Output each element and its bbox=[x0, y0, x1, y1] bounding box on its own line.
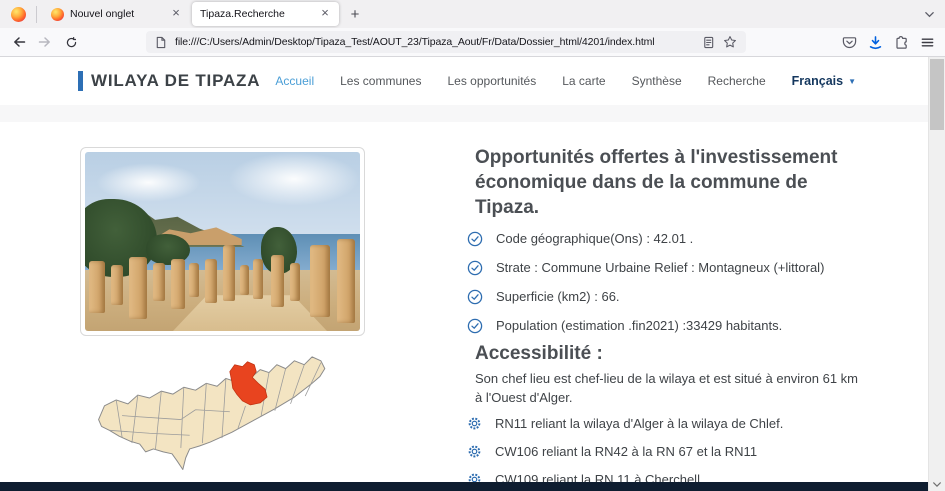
road-text: CW106 reliant la RN42 à la RN 67 et la R… bbox=[495, 444, 757, 459]
pocket-icon[interactable] bbox=[842, 35, 857, 50]
brand-title: WILAYA DE TIPAZA bbox=[91, 71, 260, 91]
fact-text: Population (estimation .fin2021) :33429 … bbox=[496, 318, 782, 333]
tab-tipaza-recherche[interactable]: Tipaza.Recherche × bbox=[192, 2, 339, 26]
roads-list: RN11 reliant la wilaya d'Alger à la wila… bbox=[467, 409, 917, 491]
firefox-icon bbox=[11, 7, 26, 22]
scrollbar-thumb[interactable] bbox=[930, 59, 944, 130]
browser-tab-bar: Nouvel onglet × Tipaza.Recherche × + bbox=[0, 0, 945, 28]
extensions-puzzle-icon[interactable] bbox=[894, 35, 909, 50]
scroll-down-chevron-icon[interactable] bbox=[929, 480, 945, 489]
nav-item-recherche[interactable]: Recherche bbox=[708, 74, 766, 88]
ruins-photo bbox=[80, 147, 365, 336]
list-item: CW106 reliant la RN42 à la RN 67 et la R… bbox=[467, 437, 917, 465]
firefox-button[interactable] bbox=[5, 3, 31, 25]
browser-toolbar: file:///C:/Users/Admin/Desktop/Tipaza_Te… bbox=[0, 28, 945, 57]
check-circle-icon bbox=[467, 289, 483, 305]
facts-list: Code géographique(Ons) : 42.01 . Strate … bbox=[467, 224, 917, 340]
wilaya-map bbox=[86, 351, 356, 491]
tab-divider bbox=[36, 6, 37, 23]
header-divider-strip bbox=[0, 105, 928, 122]
site-footer-bar bbox=[0, 482, 928, 491]
language-selector[interactable]: Français ▼ bbox=[792, 74, 856, 88]
nav-item-les-communes[interactable]: Les communes bbox=[340, 74, 421, 88]
list-item: Population (estimation .fin2021) :33429 … bbox=[467, 311, 917, 340]
back-button[interactable] bbox=[6, 30, 32, 54]
list-item: Strate : Commune Urbaine Relief : Montag… bbox=[467, 253, 917, 282]
page-icon bbox=[155, 36, 167, 49]
downloads-icon[interactable] bbox=[868, 35, 883, 50]
fact-text: Strate : Commune Urbaine Relief : Montag… bbox=[496, 260, 824, 275]
map-wilaya-shape bbox=[99, 357, 325, 470]
tab-nouvel-onglet[interactable]: Nouvel onglet × bbox=[43, 2, 190, 26]
fact-text: Superficie (km2) : 66. bbox=[496, 289, 620, 304]
road-text: RN11 reliant la wilaya d'Alger à la wila… bbox=[495, 416, 783, 431]
site-header: WILAYA DE TIPAZA Accueil Les communes Le… bbox=[0, 57, 928, 105]
nav-item-les-opportunites[interactable]: Les opportunités bbox=[447, 74, 536, 88]
browser-window: Nouvel onglet × Tipaza.Recherche × + fil… bbox=[0, 0, 945, 491]
gear-icon bbox=[467, 444, 482, 459]
menu-hamburger-icon[interactable] bbox=[920, 35, 935, 50]
url-bar[interactable]: file:///C:/Users/Admin/Desktop/Tipaza_Te… bbox=[146, 31, 746, 53]
gear-icon bbox=[467, 416, 482, 431]
main-nav: Accueil Les communes Les opportunités La… bbox=[275, 74, 856, 88]
url-text[interactable]: file:///C:/Users/Admin/Desktop/Tipaza_Te… bbox=[175, 36, 694, 48]
nav-item-accueil[interactable]: Accueil bbox=[275, 74, 314, 88]
close-icon[interactable]: × bbox=[168, 6, 184, 22]
accessibility-text: Son chef lieu est chef-lieu de la wilaya… bbox=[475, 369, 867, 407]
site-logo[interactable]: WILAYA DE TIPAZA bbox=[78, 71, 260, 91]
page-title: Opportunités offertes à l'investissement… bbox=[475, 145, 859, 220]
tab-title: Tipaza.Recherche bbox=[200, 8, 311, 20]
list-item: Superficie (km2) : 66. bbox=[467, 282, 917, 311]
language-label: Français bbox=[792, 74, 843, 88]
close-icon[interactable]: × bbox=[317, 6, 333, 22]
page-viewport: WILAYA DE TIPAZA Accueil Les communes Le… bbox=[0, 57, 928, 491]
fact-text: Code géographique(Ons) : 42.01 . bbox=[496, 231, 693, 246]
reload-button[interactable] bbox=[58, 30, 84, 54]
reader-mode-icon[interactable] bbox=[702, 36, 715, 49]
commune-info-panel: Opportunités offertes à l'investissement… bbox=[467, 143, 917, 491]
check-circle-icon bbox=[467, 318, 483, 334]
list-all-tabs-chevron-icon[interactable] bbox=[924, 9, 935, 20]
forward-button[interactable] bbox=[32, 30, 58, 54]
new-tab-button[interactable]: + bbox=[343, 3, 367, 25]
check-circle-icon bbox=[467, 260, 483, 276]
check-circle-icon bbox=[467, 231, 483, 247]
caret-down-icon: ▼ bbox=[848, 77, 856, 86]
nav-item-synthese[interactable]: Synthèse bbox=[632, 74, 682, 88]
list-item: RN11 reliant la wilaya d'Alger à la wila… bbox=[467, 409, 917, 437]
accessibility-title: Accessibilité : bbox=[475, 342, 917, 366]
list-item: Code géographique(Ons) : 42.01 . bbox=[467, 224, 917, 253]
nav-item-la-carte[interactable]: La carte bbox=[562, 74, 605, 88]
page-scrollbar[interactable] bbox=[928, 57, 945, 491]
brand-bar bbox=[78, 71, 83, 91]
bookmark-star-icon[interactable] bbox=[723, 35, 737, 49]
firefox-icon bbox=[51, 8, 64, 21]
ruins-photo-scene bbox=[85, 152, 360, 331]
tab-title: Nouvel onglet bbox=[70, 8, 162, 20]
